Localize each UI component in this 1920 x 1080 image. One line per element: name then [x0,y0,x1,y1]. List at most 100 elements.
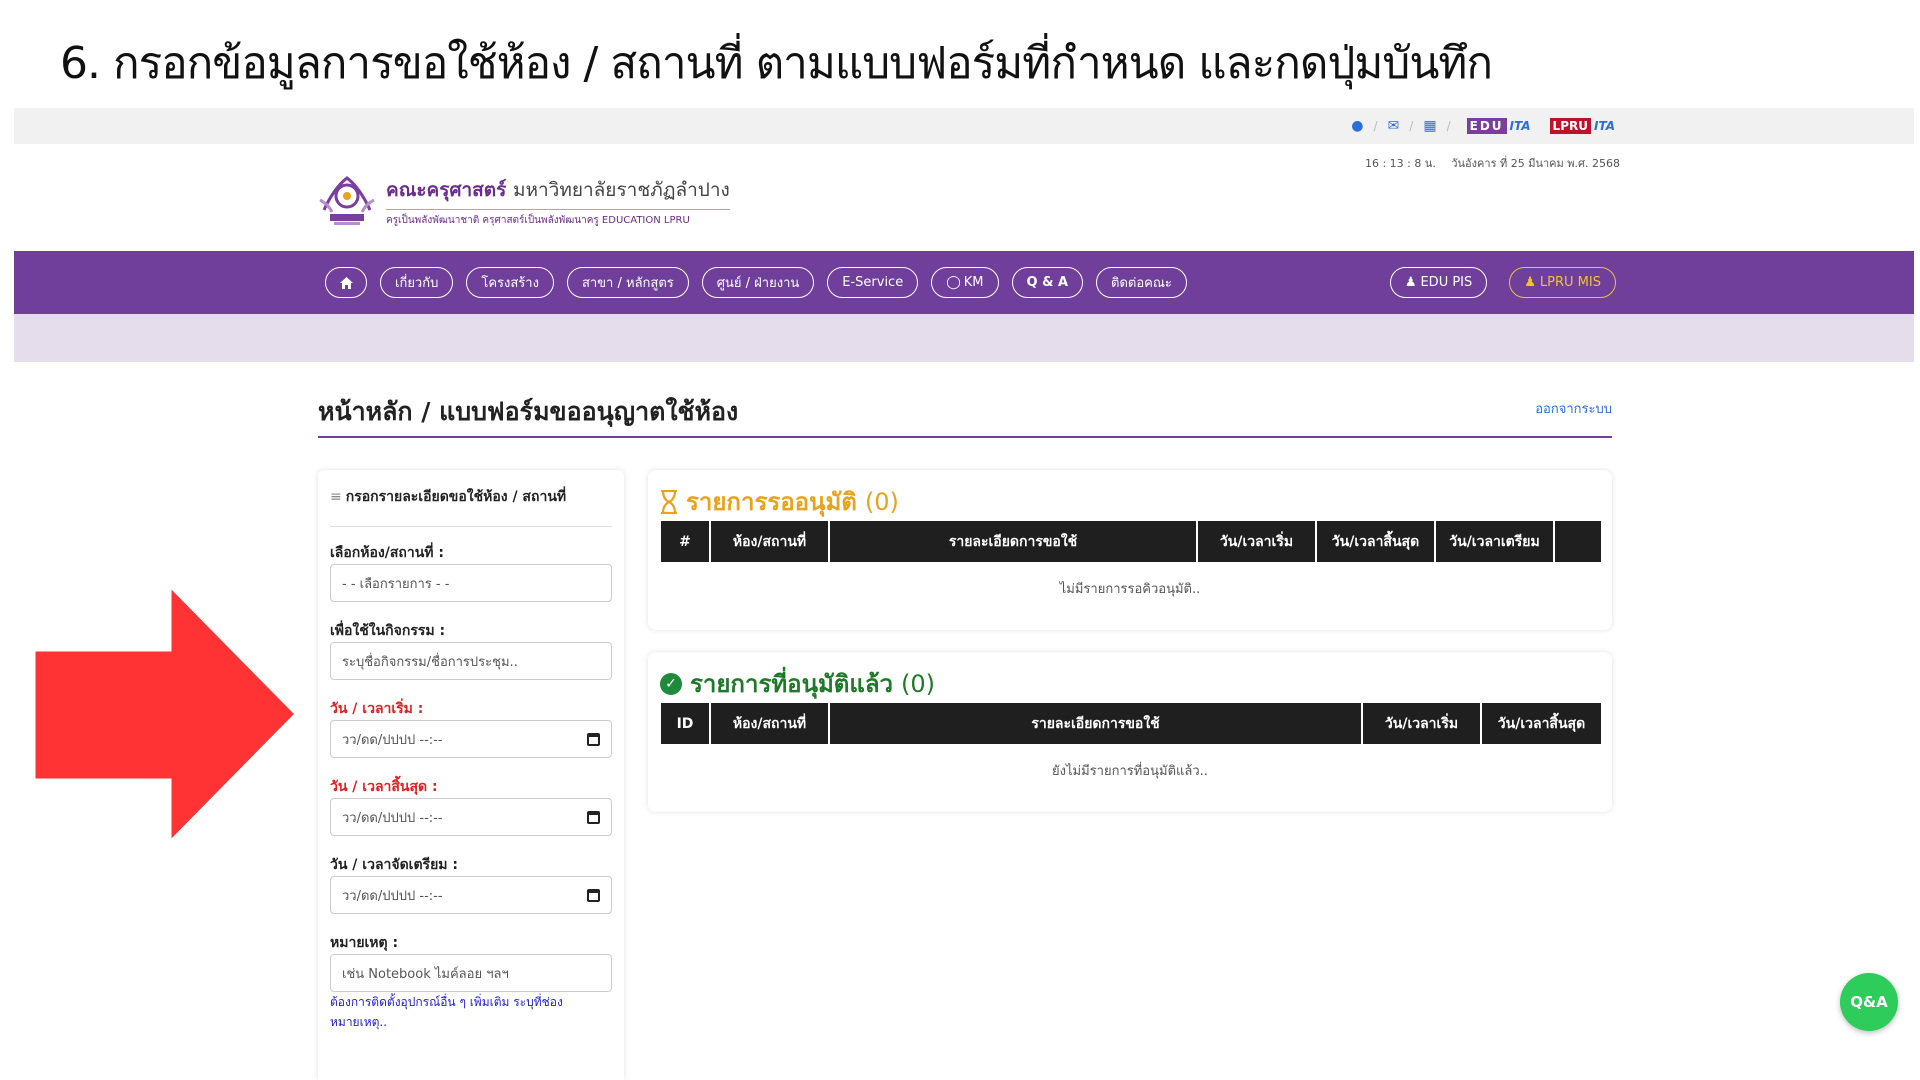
form-header-label: กรอกรายละเอียดขอใช้ห้อง / สถานที่ [345,489,567,505]
request-form-card: ≡ กรอกรายละเอียดขอใช้ห้อง / สถานที่ เลือก… [318,470,624,1080]
room-select-value: - - เลือกรายการ - - [342,576,450,592]
check-circle-icon: ✓ [660,672,682,695]
approved-empty-message: ยังไม่มีรายการที่อนุมัติแล้ว.. [1052,764,1208,779]
column-header [1555,521,1601,562]
pending-empty-message: ไม่มีรายการรอคิวอนุมัติ.. [1059,582,1201,597]
end-datetime-placeholder: วว/ดด/ปปปป --:-- [342,810,443,826]
pending-title-label: รายการรออนุมัติ [686,488,857,516]
top-utility-bar: ● / ✉ / ▦ / EDU ITA LPRU ITA [14,108,1914,144]
end-datetime-label: วัน / เวลาสิ้นสุด : [330,779,438,795]
nav-item-centers[interactable]: ศูนย์ / ฝ่ายงาน [701,267,815,298]
lightbulb-icon: ◯ [946,275,961,290]
nav-item-km-label: KM [963,275,984,290]
activity-placeholder: ระบุชื่อกิจกรรม/ชื่อการประชุม.. [342,654,518,670]
nav-item-programs[interactable]: สาขา / หลักสูตร [566,267,689,298]
approved-requests-panel: ✓ รายการที่อนุมัติแล้ว (0) ID ห้อง/สถานท… [648,652,1612,812]
main-navbar: เกี่ยวกับ โครงสร้าง สาขา / หลักสูตร ศูนย… [14,251,1914,314]
pending-requests-panel: รายการรออนุมัติ (0) # ห้อง/สถานที่ รายละ… [648,470,1612,630]
activity-input[interactable]: ระบุชื่อกิจกรรม/ชื่อการประชุม.. [330,642,612,680]
slide-title: 6. กรอกข้อมูลการขอใช้ห้อง / สถานที่ ตามแ… [60,38,1493,89]
column-header: วัน/เวลาเริ่ม [1363,703,1482,744]
prep-datetime-label: วัน / เวลาจัดเตรียม : [330,857,458,873]
home-icon [339,276,353,289]
calendar-icon[interactable] [587,732,600,746]
start-datetime-label: วัน / เวลาเริ่ม : [330,701,424,717]
topbar-icons: ● / ✉ / ▦ / EDU ITA LPRU ITA [1351,118,1618,134]
note-hint: ต้องการติดตั้งอุปกรณ์อื่น ๆ เพิ่มเติม ระ… [330,995,563,1029]
current-date: วันอังคาร ที่ 25 มีนาคม พ.ศ. 2568 [1451,157,1620,170]
column-header: วัน/เวลาสิ้นสุด [1317,521,1436,562]
lpru-ita-logo[interactable]: LPRU ITA [1544,118,1618,134]
page-header: หน้าหลัก / แบบฟอร์มขออนุญาตใช้ห้อง ออกจา… [318,390,1612,438]
nav-home-button[interactable] [325,267,367,298]
column-header: ห้อง/สถานที่ [711,521,830,562]
note-label: หมายเหตุ : [330,935,399,951]
facebook-icon[interactable]: ● [1351,118,1363,134]
approved-title-label: รายการที่อนุมัติแล้ว [690,670,894,698]
logout-link[interactable]: ออกจากระบบ [1535,398,1612,419]
calendar-icon[interactable] [587,810,600,824]
nav-item-contact[interactable]: ติดต่อคณะ [1096,267,1187,298]
slide: 6. กรอกข้อมูลการขอใช้ห้อง / สถานที่ ตามแ… [0,0,1920,1080]
start-datetime-placeholder: วว/ดด/ปปปป --:-- [342,732,443,748]
note-input[interactable]: เช่น Notebook ไมค์ลอย ฯลฯ [330,954,612,992]
lpru-mis-button[interactable]: ♟ LPRU MIS [1509,267,1616,298]
column-header: รายละเอียดการขอใช้ [830,703,1363,744]
note-placeholder: เช่น Notebook ไมค์ลอย ฯลฯ [342,966,509,982]
pending-count: (0) [864,487,899,516]
prep-datetime-input[interactable]: วว/ดด/ปปปป --:-- [330,876,612,914]
ita-badge: ITA [1509,119,1531,133]
start-datetime-input[interactable]: วว/ดด/ปปปป --:-- [330,720,612,758]
column-header: วัน/เวลาเตรียม [1436,521,1555,562]
edu-ita-logo[interactable]: EDU ITA [1461,118,1534,134]
column-header: # [661,521,711,562]
room-label: เลือกห้อง/สถานที่ : [330,545,444,561]
nav-item-structure[interactable]: โครงสร้าง [466,267,554,298]
separator: / [1373,119,1378,133]
separator: / [1409,119,1414,133]
faculty-tagline: ครูเป็นพลังพัฒนาชาติ ครุศาสตร์เป็นพลังพั… [386,208,730,228]
column-header: ID [661,703,711,744]
faculty-name: คณะครุศาสตร์ [386,178,507,201]
nav-item-qa[interactable]: Q & A [1011,267,1084,298]
mail-icon[interactable]: ✉ [1388,118,1400,134]
column-header: วัน/เวลาสิ้นสุด [1497,715,1586,732]
pending-table-header: # ห้อง/สถานที่ รายละเอียดการขอใช้ วัน/เว… [661,521,1601,562]
edu-pis-button[interactable]: ♟ EDU PIS [1389,267,1488,298]
separator: / [1446,119,1451,133]
form-header: ≡ กรอกรายละเอียดขอใช้ห้อง / สถานที่ [330,486,612,527]
hourglass-icon [661,489,677,514]
calendar-icon[interactable] [587,888,600,902]
users-icon: ♟ [1524,275,1536,290]
sitemap-icon[interactable]: ▦ [1423,118,1436,134]
edu-pis-label: EDU PIS [1420,275,1473,290]
pending-title: รายการรออนุมัติ (0) [660,482,899,521]
ita-badge: ITA [1593,119,1615,133]
edu-badge: EDU [1466,118,1507,134]
lpru-badge: LPRU [1549,118,1591,134]
column-header: รายละเอียดการขอใช้ [830,521,1198,562]
lpru-mis-label: LPRU MIS [1539,275,1601,290]
activity-label: เพื่อใช้ในกิจกรรม : [330,623,446,639]
users-icon: ♟ [1404,275,1417,290]
approved-table-header: ID ห้อง/สถานที่ รายละเอียดการขอใช้ วัน/เ… [661,703,1601,744]
page-title: หน้าหลัก / แบบฟอร์มขออนุญาตใช้ห้อง [318,397,739,426]
current-datetime: 16 : 13 : 8 น. วันอังคาร ที่ 25 มีนาคม พ… [1365,154,1620,172]
end-datetime-input[interactable]: วว/ดด/ปปปป --:-- [330,798,612,836]
faculty-emblem-icon [316,170,378,232]
approved-title: ✓ รายการที่อนุมัติแล้ว (0) [660,664,935,703]
current-time: 16 : 13 : 8 น. [1364,157,1436,170]
nav-item-km[interactable]: ◯ KM [931,267,999,298]
nav-item-about[interactable]: เกี่ยวกับ [380,267,454,298]
sub-banner [14,314,1914,362]
faculty-logo[interactable]: คณะครุศาสตร์ มหาวิทยาลัยราชภัฏลำปาง ครูเ… [316,170,730,232]
qa-floating-button[interactable]: Q&A [1840,973,1898,1031]
nav-item-eservice[interactable]: E-Service [827,267,919,298]
approved-count: (0) [901,669,936,698]
room-select[interactable]: - - เลือกรายการ - - [330,564,612,602]
prep-datetime-placeholder: วว/ดด/ปปปป --:-- [342,888,443,904]
university-name: มหาวิทยาลัยราชภัฏลำปาง [512,178,730,201]
red-arrow-annotation [34,586,298,846]
column-header: วัน/เวลาเริ่ม [1198,521,1317,562]
menu-icon: ≡ [330,489,342,505]
